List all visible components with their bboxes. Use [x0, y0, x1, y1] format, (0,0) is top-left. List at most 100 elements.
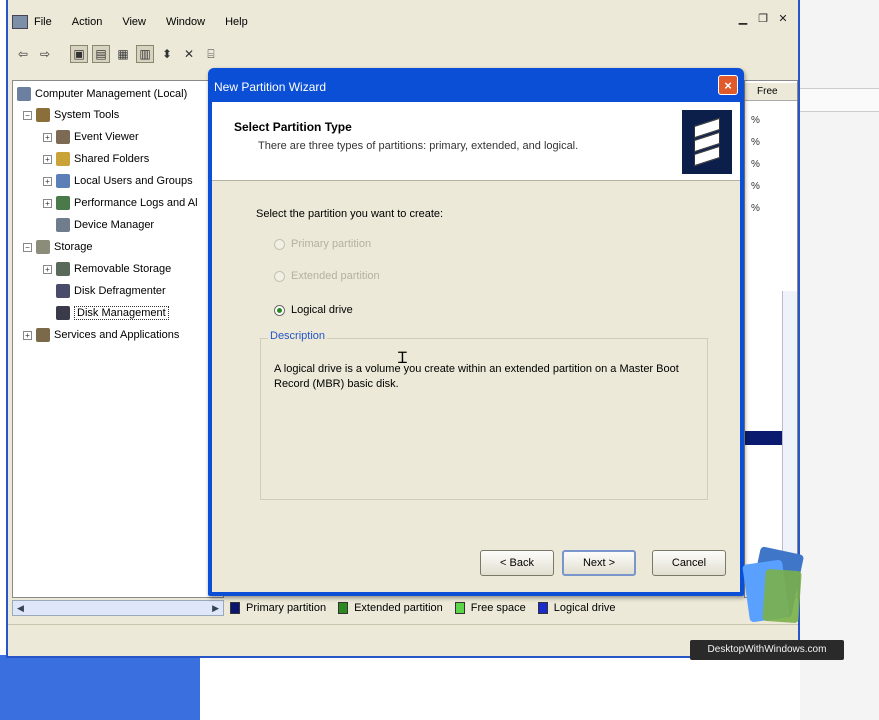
- menu-bar: File Action View Window Help: [8, 10, 798, 34]
- tree-item-system-tools[interactable]: − System Tools: [23, 106, 119, 124]
- radio-button-icon[interactable]: [274, 270, 285, 282]
- background-window-band: [800, 88, 879, 112]
- tree-label-removable-storage: Removable Storage: [74, 263, 172, 275]
- tree-label-system-tools: System Tools: [54, 109, 120, 121]
- radio-button-selected-icon[interactable]: [274, 304, 285, 316]
- tree-item-performance-logs[interactable]: + Performance Logs and Al: [43, 194, 198, 212]
- back-button[interactable]: < Back: [480, 550, 554, 576]
- forward-arrow-icon[interactable]: ⇨: [36, 45, 54, 63]
- scroll-left-icon[interactable]: ◀: [17, 603, 24, 614]
- radio-logical-drive[interactable]: Logical drive: [274, 304, 353, 316]
- check-disk-icon[interactable]: ⌸: [202, 45, 220, 63]
- storage-icon: [36, 240, 50, 254]
- expand-icon[interactable]: +: [43, 264, 52, 274]
- restore-icon[interactable]: ❐: [756, 12, 770, 26]
- desktop-background: [0, 655, 200, 720]
- free-percent-cell: %: [751, 181, 760, 192]
- toolbar-separator: [58, 45, 66, 63]
- watermark-logo: [742, 540, 816, 628]
- legend-swatch-extended: [338, 602, 349, 614]
- device-manager-icon: [56, 218, 70, 232]
- legend-label-logical: Logical drive: [553, 602, 616, 614]
- close-icon[interactable]: ✕: [776, 12, 790, 26]
- radio-label-logical: Logical drive: [291, 304, 353, 316]
- next-button[interactable]: Next >: [562, 550, 636, 576]
- expand-icon[interactable]: +: [23, 330, 32, 340]
- column-header-free[interactable]: Free: [745, 83, 797, 101]
- back-arrow-icon[interactable]: ⇦: [14, 45, 32, 63]
- tree-item-root[interactable]: Computer Management (Local): [17, 85, 187, 103]
- tree-label-event-viewer: Event Viewer: [74, 131, 139, 143]
- computer-icon: [17, 87, 31, 101]
- event-viewer-icon: [56, 130, 70, 144]
- menu-action[interactable]: Action: [72, 16, 103, 28]
- status-bar: [8, 624, 798, 651]
- radio-label-extended: Extended partition: [291, 270, 380, 282]
- legend-label-extended: Extended partition: [354, 602, 443, 614]
- description-label: Description: [268, 330, 328, 342]
- tree-item-local-users[interactable]: + Local Users and Groups: [43, 172, 193, 190]
- tree-label-performance-logs: Performance Logs and Al: [74, 197, 198, 209]
- scroll-right-icon[interactable]: ▶: [212, 603, 219, 614]
- tree-item-disk-defragmenter[interactable]: Disk Defragmenter: [56, 282, 166, 300]
- new-partition-wizard-dialog: New Partition Wizard × Select Partition …: [208, 68, 744, 596]
- tree-horizontal-scrollbar[interactable]: ◀ ▶: [12, 600, 224, 616]
- connect-icon[interactable]: ⬍: [158, 45, 176, 63]
- properties-icon[interactable]: ▦: [114, 45, 132, 63]
- tree-item-storage[interactable]: − Storage: [23, 238, 93, 256]
- toolbar: ⇦ ⇨ ▣ ▤ ▦ ▥ ⬍ ✕ ⌸: [8, 40, 798, 68]
- free-percent-cell: %: [751, 203, 760, 214]
- expand-icon[interactable]: +: [43, 198, 52, 208]
- free-percent-cell: %: [751, 137, 760, 148]
- tree-label-shared-folders: Shared Folders: [74, 153, 150, 165]
- tree-label-device-manager: Device Manager: [74, 219, 155, 231]
- help-icon[interactable]: ▥: [136, 45, 154, 63]
- free-percent-cell: %: [751, 159, 760, 170]
- radio-button-icon[interactable]: [274, 238, 285, 250]
- disk-management-icon: [56, 306, 70, 320]
- show-hide-tree-icon[interactable]: ▤: [92, 45, 110, 63]
- text-cursor-icon: Ɪ: [398, 350, 407, 367]
- collapse-icon[interactable]: −: [23, 110, 32, 120]
- cancel-button[interactable]: Cancel: [652, 550, 726, 576]
- free-percent-cell: %: [751, 115, 760, 126]
- menu-view[interactable]: View: [122, 16, 146, 28]
- tools-icon: [36, 108, 50, 122]
- menu-help[interactable]: Help: [225, 16, 248, 28]
- tree-item-services[interactable]: + Services and Applications: [23, 326, 179, 344]
- tree-item-device-manager[interactable]: Device Manager: [56, 216, 154, 234]
- removable-storage-icon: [56, 262, 70, 276]
- expand-icon[interactable]: +: [43, 132, 52, 142]
- tree-label-services: Services and Applications: [54, 329, 180, 341]
- tree-item-disk-management[interactable]: Disk Management: [56, 304, 169, 322]
- delete-icon[interactable]: ✕: [180, 45, 198, 63]
- partition-prompt: Select the partition you want to create:: [256, 208, 444, 220]
- tree-label-storage: Storage: [54, 241, 93, 253]
- mmc-app-icon[interactable]: [12, 15, 28, 29]
- menu-window[interactable]: Window: [166, 16, 205, 28]
- menu-file[interactable]: File: [34, 16, 52, 28]
- legend-label-free: Free space: [470, 602, 526, 614]
- expand-icon[interactable]: +: [43, 176, 52, 186]
- partition-legend: Primary partition Extended partition Fre…: [230, 598, 750, 618]
- up-folder-icon[interactable]: ▣: [70, 45, 88, 63]
- tree-label-disk-management: Disk Management: [74, 306, 169, 320]
- tree-item-shared-folders[interactable]: + Shared Folders: [43, 150, 149, 168]
- watermark-text: DesktopWithWindows.com: [690, 640, 844, 660]
- description-text: A logical drive is a volume you create w…: [274, 363, 679, 390]
- users-icon: [56, 174, 70, 188]
- radio-extended-partition[interactable]: Extended partition: [274, 270, 380, 282]
- collapse-icon[interactable]: −: [23, 242, 32, 252]
- wizard-header: Select Partition Type There are three ty…: [212, 102, 740, 181]
- tree-label-local-users: Local Users and Groups: [74, 175, 193, 187]
- minimize-icon[interactable]: ▁: [736, 12, 750, 26]
- expand-icon[interactable]: +: [43, 154, 52, 164]
- dialog-body: Select Partition Type There are three ty…: [212, 102, 740, 592]
- tree-item-event-viewer[interactable]: + Event Viewer: [43, 128, 139, 146]
- radio-primary-partition[interactable]: Primary partition: [274, 238, 371, 250]
- defragmenter-icon: [56, 284, 70, 298]
- wizard-page-subtitle: There are three types of partitions: pri…: [258, 140, 579, 152]
- tree-item-removable-storage[interactable]: + Removable Storage: [43, 260, 171, 278]
- selected-disk-bar[interactable]: [745, 431, 783, 445]
- close-icon[interactable]: ×: [718, 75, 738, 95]
